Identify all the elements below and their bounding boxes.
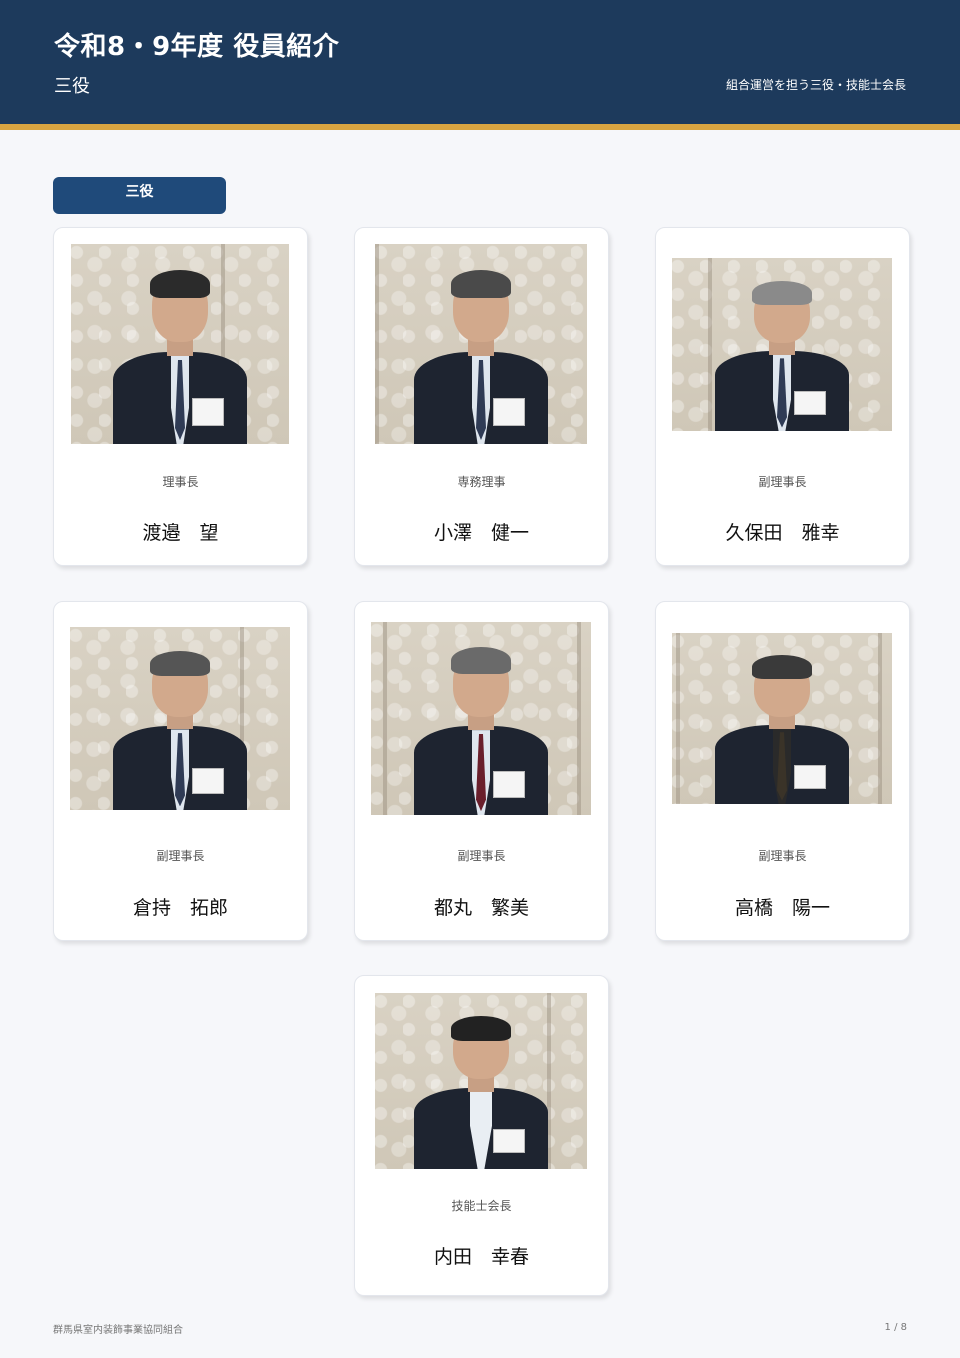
- member-name: 倉持 拓郎: [132, 897, 228, 919]
- header-accent-stripe: [0, 124, 960, 130]
- page-subtitle: 三役: [54, 76, 90, 97]
- member-role: 副理事長: [156, 849, 205, 863]
- member-card: 副理事長 倉持 拓郎: [53, 601, 308, 941]
- section-label: 三役: [53, 177, 226, 214]
- member-name: 高橋 陽一: [734, 897, 830, 919]
- member-role: 技能士会長: [451, 1199, 512, 1213]
- member-name: 小澤 健一: [433, 522, 529, 544]
- member-card: 理事長 渡邉 望: [53, 227, 308, 566]
- member-role: 理事長: [162, 475, 199, 489]
- member-name: 渡邉 望: [142, 522, 219, 544]
- member-card: 技能士会長 内田 幸春: [354, 975, 609, 1296]
- member-card: 専務理事 小澤 健一: [354, 227, 609, 566]
- page-title: 令和8・9年度 役員紹介: [54, 32, 340, 62]
- member-role: 副理事長: [758, 475, 807, 489]
- member-card: 副理事長 高橋 陽一: [655, 601, 910, 941]
- member-role: 専務理事: [457, 475, 506, 489]
- member-name: 久保田 雅幸: [725, 522, 840, 544]
- page-header: 令和8・9年度 役員紹介 三役 組合運営を担う三役・技能士会長: [0, 0, 960, 124]
- member-role: 副理事長: [758, 849, 807, 863]
- member-photo: [672, 633, 892, 804]
- member-photo: [371, 622, 591, 815]
- member-photo: [375, 244, 587, 444]
- member-card: 副理事長 久保田 雅幸: [655, 227, 910, 566]
- member-photo: [70, 627, 290, 810]
- member-role: 副理事長: [457, 849, 506, 863]
- member-card: 副理事長 都丸 繁美: [354, 601, 609, 941]
- header-description: 組合運営を担う三役・技能士会長: [725, 78, 906, 92]
- footer-organization: 群馬県室内装飾事業協同組合: [53, 1325, 183, 1336]
- member-name: 都丸 繁美: [433, 897, 529, 919]
- member-photo: [71, 244, 289, 444]
- member-name: 内田 幸春: [433, 1246, 529, 1268]
- page-number: 1 / 8: [884, 1322, 907, 1333]
- member-photo: [672, 258, 892, 431]
- member-photo: [375, 993, 587, 1169]
